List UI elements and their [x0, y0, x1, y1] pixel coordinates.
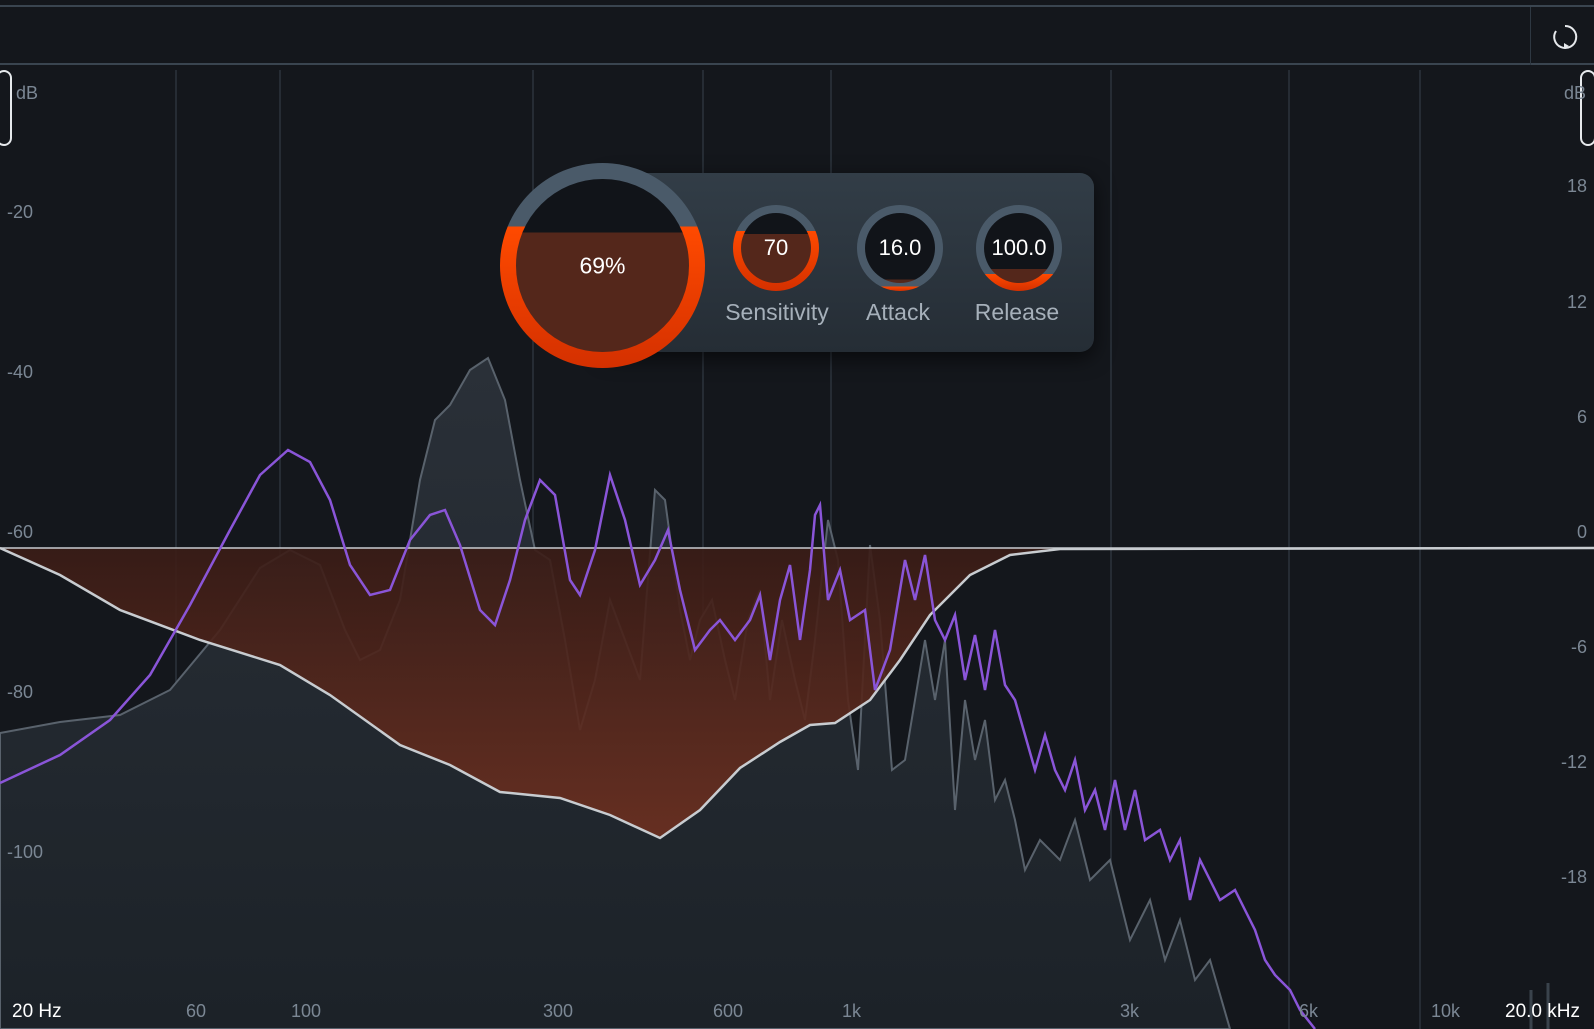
- sensitivity-value: 70: [763, 235, 789, 260]
- right-axis-unit: dB: [1564, 83, 1587, 103]
- left-tick: -40: [7, 362, 34, 382]
- right-tick: -6: [1570, 637, 1587, 657]
- freq-start-label: 20 Hz: [12, 1001, 62, 1022]
- reset-icon[interactable]: [1550, 22, 1580, 52]
- right-tick: 12: [1566, 292, 1587, 312]
- freq-tick: 3k: [1120, 1001, 1140, 1021]
- right-tick: 0: [1576, 522, 1587, 542]
- sensitivity-knob[interactable]: 70: [733, 205, 819, 291]
- toolbar: [0, 7, 1594, 65]
- right-range-handle[interactable]: [1580, 70, 1594, 146]
- amount-value: 69%: [579, 252, 626, 278]
- freq-tick: 1k: [842, 1001, 862, 1021]
- attack-label: Attack: [866, 299, 930, 325]
- freq-tick: 10k: [1431, 1001, 1461, 1021]
- freq-tick: 100: [291, 1001, 322, 1021]
- attack-knob[interactable]: 16.0: [857, 205, 943, 291]
- sensitivity-label: Sensitivity: [725, 299, 829, 325]
- freq-tick: 300: [543, 1001, 574, 1021]
- freq-end-label: 20.0 kHz: [1505, 1001, 1580, 1022]
- freq-tick: 600: [713, 1001, 744, 1021]
- left-axis-unit: dB: [16, 83, 39, 103]
- release-knob[interactable]: 100.0: [976, 205, 1062, 291]
- left-tick: -100: [7, 842, 44, 862]
- freq-tick: 6k: [1299, 1001, 1319, 1021]
- freq-tick: 60: [186, 1001, 207, 1021]
- amount-knob[interactable]: 69%: [500, 163, 705, 368]
- left-tick: -20: [7, 202, 34, 222]
- right-tick: -18: [1560, 867, 1587, 887]
- release-value: 100.0: [991, 235, 1047, 260]
- release-label: Release: [974, 299, 1060, 325]
- left-range-handle[interactable]: [0, 70, 12, 146]
- right-tick: -12: [1560, 752, 1587, 772]
- attack-value: 16.0: [878, 235, 922, 260]
- right-tick: 18: [1566, 176, 1587, 196]
- left-tick: -80: [7, 682, 34, 702]
- toolbar-divider: [1530, 7, 1531, 65]
- right-tick: 6: [1576, 407, 1587, 427]
- left-tick: -60: [7, 522, 34, 542]
